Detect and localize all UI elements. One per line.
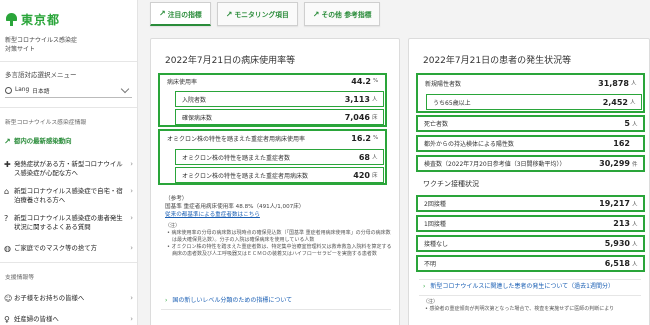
chevron-right-icon: › [130, 294, 133, 302]
thermometer-icon: ✚ [4, 160, 11, 169]
chevron-right-icon: › [423, 283, 426, 290]
sidebar-item-mask[interactable]: ◍ ご家庭でのマスク等の捨て方 › [0, 244, 137, 253]
section-title-support: 支援情報等 [5, 275, 34, 281]
chevron-right-icon: › [130, 315, 133, 323]
sidebar-item-fever[interactable]: ✚ 発熱症状がある方・新型コロナウイルス感染症が心配な方へ › [0, 160, 137, 177]
stat-row-vaccine-unknown: 不明 6,518 人 [416, 255, 645, 272]
stat-row-external-samples: 都外からの持込検体による陽性数 162 [416, 135, 645, 152]
stat-row-vaccine-2: 2回接種 19,217 人 [416, 195, 645, 212]
divider [161, 309, 391, 310]
chevron-right-icon: › [130, 214, 133, 222]
weekly-patients-link[interactable]: › 新型コロナウイルスに関連した患者の発生について（過去1週間分） [423, 281, 614, 290]
notes-block: （注） • 病床使用率の分母の病床数は現時点の確保見込数（「国基準 重症者用病床… [165, 223, 392, 257]
vaccine-section-title: ワクチン接種状況 [423, 180, 479, 188]
trend-icon: ↗ [4, 137, 11, 146]
family-icon: ☺ [4, 294, 13, 303]
bed-usage-card: 2022年7月21日の病床使用率等 病床使用率 44.2 % 入院者数 3,11… [150, 38, 400, 325]
language-menu-title: 多言語対応選択メニュー [5, 71, 77, 79]
lang-prefix: Lang [15, 87, 30, 93]
stat-row-inpatients: 入院者数 3,113 人 [175, 91, 384, 107]
chevron-down-icon [120, 84, 130, 93]
chevron-right-icon: › [165, 297, 168, 304]
stat-row-tests: 検査数（2022年7月20日参考値（3日間移動平均）） 30,299 件 [416, 155, 645, 172]
sidebar: 東京都 新型コロナウイルス感染症 対策サイト 多言語対応選択メニュー Lang … [0, 0, 138, 325]
divider [419, 295, 641, 296]
note-item: • 感染者の重症傾向が判明次第となった場合で、検査を実施せずに医師の判断により [425, 306, 615, 312]
stat-row-severe-beds: オミクロン株の特性を踏まえた重症者用病床数 420 床 [175, 167, 384, 183]
language-select[interactable]: Lang 日本語 [5, 84, 132, 96]
sidebar-item-children[interactable]: ☺ お子様をお持ちの皆様へ › [0, 294, 137, 303]
reference-block: （参考） 国基準 重症者用病床使用率 48.8%（491人/1,007床） 従来… [165, 196, 305, 219]
chevron-right-icon: › [130, 160, 133, 168]
note-item: • オミクロン株の特性を踏まえた重症者数は、特定集中治療室管理料又は救命救急入院… [167, 244, 392, 257]
stat-row-bed-usage: 病床使用率 44.2 % [161, 75, 384, 87]
ginkgo-leaf-icon [5, 13, 18, 26]
select-underline [5, 97, 132, 98]
site-name: 新型コロナウイルス感染症 対策サイト [5, 37, 78, 53]
tab-other-indicators[interactable]: ↗ その他 参考指標 [303, 2, 381, 26]
logo-text: 東京都 [21, 13, 61, 27]
stat-row-new-cases: 新規陽性者数 31,878 人 [419, 76, 642, 90]
home-icon: ⌂ [4, 187, 10, 196]
tokyo-logo[interactable]: 東京都 [0, 0, 137, 30]
card-title: 2022年7月21日の病床使用率等 [165, 56, 296, 66]
stat-row-severe-bed-usage: オミクロン株の特性を踏まえた重症者用病床使用率 16.2 % [161, 132, 384, 144]
trend-icon: ↗ [159, 9, 166, 18]
sidebar-item-home-care[interactable]: ⌂ 新型コロナウイルス感染症で自宅・宿泊療養される方へ › [0, 187, 137, 204]
patient-status-card: 2022年7月21日の患者の発生状況等 新規陽性者数 31,878 人 うち65… [408, 38, 650, 325]
level-indicators-link[interactable]: › 国の新しいレベル分類のための指標について [165, 295, 292, 304]
sidebar-item-pregnant[interactable]: ♀ 妊産婦の皆様へ › [0, 315, 137, 324]
stat-row-secured-beds: 確保病床数 7,046 床 [175, 109, 384, 125]
sidebar-item-faq[interactable]: ? 新型コロナウイルス感染症の患者発生状況に関するよくある質問 › [0, 214, 137, 231]
tab-bar: ↗ 注目の指標 ↗ モニタリング項目 ↗ その他 参考指標 [150, 2, 386, 28]
section-title-info: 新型コロナウイルス感染症情報 [5, 120, 87, 126]
lang-value: 日本語 [32, 88, 50, 95]
severe-criteria-link[interactable]: 従来の都基準による重症者数はこちら [165, 211, 304, 219]
stat-row-65-plus: うち65歳以上 2,452 人 [426, 94, 642, 110]
trend-icon: ↗ [312, 9, 320, 19]
globe-icon [5, 86, 12, 94]
trend-icon: ↗ [225, 9, 233, 19]
chevron-right-icon: › [130, 187, 133, 195]
mask-icon: ◍ [4, 244, 11, 253]
divider [419, 279, 641, 280]
tab-key-indicators[interactable]: ↗ 注目の指標 [150, 2, 211, 26]
stat-row-vaccine-none: 接種なし 5,930 人 [416, 235, 645, 252]
pregnant-icon: ♀ [4, 315, 10, 324]
chevron-right-icon: › [130, 244, 133, 252]
sidebar-item-trends[interactable]: ↗ 都内の最新感染動向 [0, 137, 137, 146]
question-icon: ? [4, 214, 9, 223]
stat-row-deaths: 死亡者数 5 人 [416, 115, 645, 132]
stat-row-vaccine-1: 1回接種 213 人 [416, 215, 645, 232]
tab-monitoring[interactable]: ↗ モニタリング項目 [216, 2, 298, 26]
card-title: 2022年7月21日の患者の発生状況等 [423, 56, 572, 66]
notes-block: （注） • 感染者の重症傾向が判明次第となった場合で、検査を実施せずに医師の判断… [423, 299, 643, 313]
stat-row-severe-patients: オミクロン株の特性を踏まえた重症者数 68 人 [175, 149, 384, 165]
note-item: • 病床使用率の分母の病床数は現時点の確保見込数（「国基準 重症者用病床使用率」… [167, 230, 391, 243]
